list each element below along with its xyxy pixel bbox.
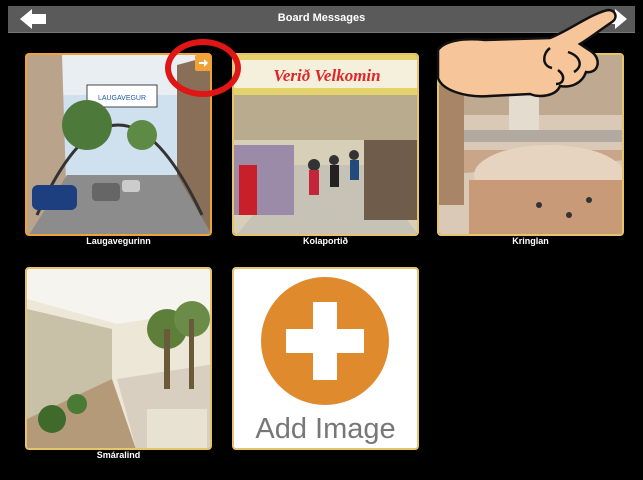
tile-photo bbox=[25, 267, 212, 450]
svg-text:LAUGAVEGUR: LAUGAVEGUR bbox=[98, 95, 146, 102]
highlight-ring bbox=[165, 39, 241, 97]
tile-label: Kolaportið bbox=[303, 236, 348, 246]
add-image-button[interactable]: Add Image bbox=[232, 267, 419, 450]
add-image-label: Add Image bbox=[255, 413, 396, 445]
tile-photo: Verið Velkomin bbox=[232, 53, 419, 236]
tile-label: Kringlan bbox=[512, 236, 549, 246]
sign-text: Verið Velkomin bbox=[273, 66, 380, 85]
tile-label: Laugavegurinn bbox=[86, 236, 151, 246]
tile-label: Smáralind bbox=[96, 450, 141, 460]
plus-icon bbox=[261, 277, 389, 405]
pointing-hand-icon bbox=[430, 0, 620, 110]
